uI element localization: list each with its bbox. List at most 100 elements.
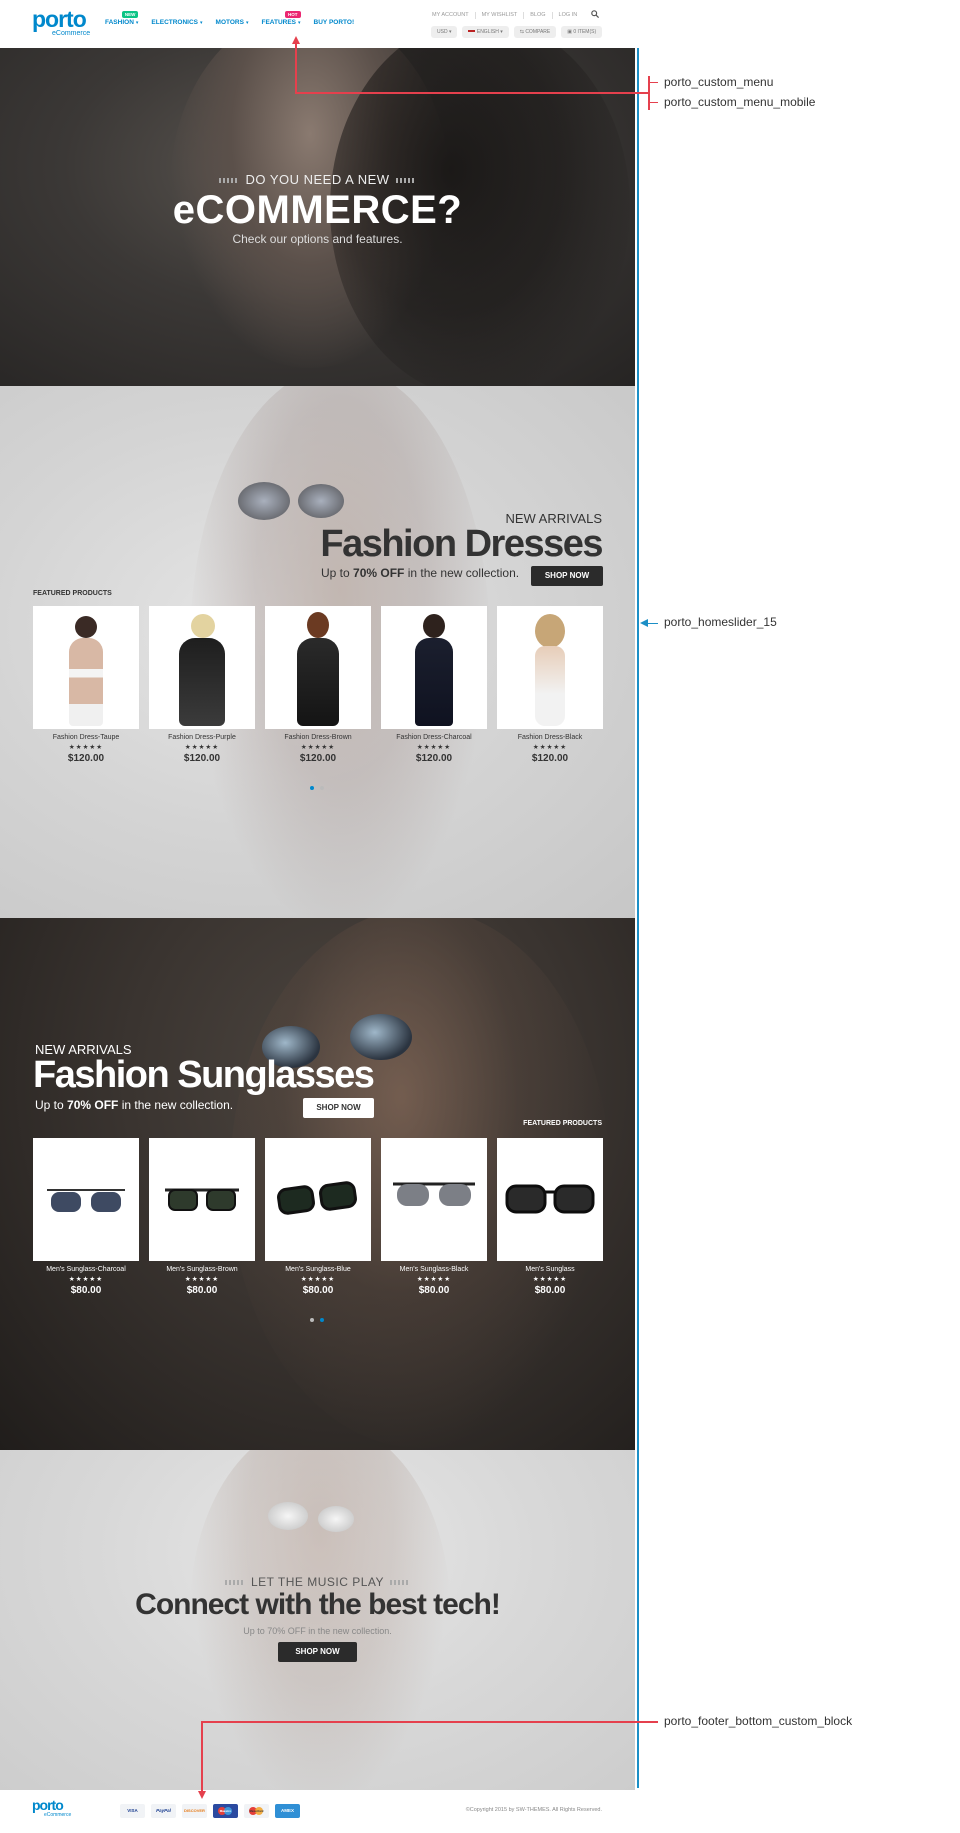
- product-card[interactable]: Fashion Dress-Charcoal ★★★★★ $120.00: [381, 606, 487, 764]
- product-image[interactable]: [497, 606, 603, 729]
- product-image[interactable]: [265, 606, 371, 729]
- my-wishlist-link[interactable]: MY WISHLIST: [482, 12, 518, 18]
- product-name[interactable]: Men's Sunglass-Charcoal: [33, 1266, 139, 1273]
- shop-now-button[interactable]: SHOP NOW: [278, 1642, 357, 1662]
- carousel-dot-active[interactable]: [320, 1318, 324, 1322]
- annotation-line: [201, 1721, 658, 1723]
- language-select[interactable]: ENGLISH ▾: [462, 26, 509, 38]
- subtitle-post: in the new collection.: [118, 1098, 234, 1112]
- carousel-dot-active[interactable]: [310, 786, 314, 790]
- nav-item-features[interactable]: HOT FEATURES ▾: [261, 11, 301, 26]
- annotation-line: [648, 102, 658, 103]
- dress-figure: [297, 638, 339, 726]
- product-image[interactable]: [33, 606, 139, 729]
- cart-button[interactable]: ▣ 0 ITEM(S): [561, 26, 603, 38]
- product-image[interactable]: [149, 606, 255, 729]
- nav-badge-new: NEW: [121, 11, 139, 18]
- login-link[interactable]: LOG IN: [559, 12, 578, 18]
- product-image[interactable]: [265, 1138, 371, 1261]
- compare-label: COMPARE: [525, 29, 551, 35]
- rating-stars: ★★★★★: [300, 1276, 336, 1283]
- search-icon[interactable]: [591, 10, 600, 20]
- product-price: $80.00: [186, 1285, 218, 1296]
- footer-logo[interactable]: porto eCommerce: [32, 1798, 71, 1818]
- product-card[interactable]: Men's Sunglass-Black ★★★★★ $80.00: [381, 1138, 487, 1296]
- carousel-dots: [310, 786, 324, 790]
- nav-label: ELECTRONICS: [151, 19, 199, 26]
- product-name[interactable]: Men's Sunglass: [497, 1266, 603, 1273]
- product-card[interactable]: Fashion Dress-Brown ★★★★★ $120.00: [265, 606, 371, 764]
- carousel-dot[interactable]: [320, 786, 324, 790]
- site-logo[interactable]: porto eCommerce: [32, 8, 92, 38]
- sunglasses-shape: [298, 484, 344, 518]
- product-image[interactable]: [149, 1138, 255, 1261]
- blog-link[interactable]: BLOG: [530, 12, 545, 18]
- product-card[interactable]: Fashion Dress-Taupe ★★★★★ $120.00: [33, 606, 139, 764]
- compare-button[interactable]: ⇆ COMPARE: [513, 26, 557, 38]
- nav-item-motors[interactable]: MOTORS ▾: [216, 19, 249, 26]
- slide-subtitle: Up to 70% OFF in the new collection.: [243, 1626, 392, 1636]
- nav-label: BUY PORTO!: [313, 19, 355, 26]
- slide-headline: Fashion Dresses: [320, 523, 603, 565]
- amex-icon: AMEX: [275, 1804, 300, 1818]
- product-name[interactable]: Men's Sunglass-Blue: [265, 1266, 371, 1273]
- product-name[interactable]: Fashion Dress-Black: [497, 734, 603, 741]
- dash-decoration: [395, 178, 416, 184]
- sunglasses-icon: [505, 1184, 595, 1214]
- main-menu: NEW FASHION ▾ ELECTRONICS ▾ MOTORS ▾ HOT FE…: [105, 11, 355, 26]
- product-image[interactable]: [33, 1138, 139, 1261]
- currency-select[interactable]: USD ▾: [431, 26, 458, 38]
- product-card[interactable]: Men's Sunglass-Brown ★★★★★ $80.00: [149, 1138, 255, 1296]
- slide-ecommerce: DO YOU NEED A NEW eCOMMERCE? Check our o…: [0, 48, 635, 386]
- product-price: $120.00: [299, 753, 337, 764]
- product-image[interactable]: [381, 1138, 487, 1261]
- currency-value: USD: [437, 29, 448, 35]
- nav-item-fashion[interactable]: NEW FASHION ▾: [105, 11, 139, 26]
- chevron-down-icon: ▾: [500, 29, 503, 35]
- rating-stars: ★★★★★: [532, 744, 568, 751]
- product-price: $80.00: [418, 1285, 450, 1296]
- product-card[interactable]: Fashion Dress-Black ★★★★★ $120.00: [497, 606, 603, 764]
- sunglasses-icon: [277, 1181, 357, 1215]
- chevron-down-icon: ▾: [448, 29, 452, 35]
- dress-figure: [535, 646, 565, 726]
- carousel-dot[interactable]: [310, 1318, 314, 1322]
- product-card[interactable]: Men's Sunglass-Blue ★★★★★ $80.00: [265, 1138, 371, 1296]
- subtitle-post: in the new collection.: [404, 566, 520, 580]
- homeslider-bracket-line: [637, 48, 639, 1788]
- product-name[interactable]: Men's Sunglass-Black: [381, 1266, 487, 1273]
- product-card[interactable]: Men's Sunglass ★★★★★ $80.00: [497, 1138, 603, 1296]
- product-name[interactable]: Fashion Dress-Brown: [265, 734, 371, 741]
- product-name[interactable]: Fashion Dress-Taupe: [33, 734, 139, 741]
- product-image[interactable]: [381, 606, 487, 729]
- product-name[interactable]: Fashion Dress-Purple: [149, 734, 255, 741]
- mastercard-icon: MasterCard: [244, 1804, 269, 1818]
- kicker-text: LET THE MUSIC PLAY: [250, 1575, 385, 1589]
- slide-subtitle: Up to 70% OFF in the new collection.: [35, 1098, 233, 1112]
- kicker-text: DO YOU NEED A NEW: [245, 172, 390, 187]
- annotation-footer-block: porto_footer_bottom_custom_block: [664, 1714, 853, 1728]
- rating-stars: ★★★★★: [416, 1276, 452, 1283]
- my-account-link[interactable]: MY ACCOUNT: [432, 12, 469, 18]
- chevron-down-icon: ▾: [298, 20, 301, 26]
- product-name[interactable]: Fashion Dress-Charcoal: [381, 734, 487, 741]
- slide-subtitle: Check our options and features.: [232, 232, 403, 246]
- nav-item-electronics[interactable]: ELECTRONICS ▾: [151, 19, 202, 26]
- product-price: $80.00: [70, 1285, 102, 1296]
- product-card[interactable]: Men's Sunglass-Charcoal ★★★★★ $80.00: [33, 1138, 139, 1296]
- shop-now-button[interactable]: SHOP NOW: [303, 1098, 374, 1118]
- nav-item-buy-porto[interactable]: BUY PORTO!: [314, 19, 355, 26]
- cart-icon: ▣: [567, 29, 572, 35]
- product-name[interactable]: Men's Sunglass-Brown: [149, 1266, 255, 1273]
- rating-stars: ★★★★★: [184, 744, 220, 751]
- annotation-line: [295, 92, 650, 94]
- annotation-menu: porto_custom_menu: [664, 75, 774, 89]
- shop-now-button[interactable]: SHOP NOW: [531, 566, 603, 586]
- payment-cards: VISA PayPal DISCOVER Maestro MasterCard …: [120, 1804, 300, 1818]
- product-card[interactable]: Fashion Dress-Purple ★★★★★ $120.00: [149, 606, 255, 764]
- subtitle-pre: Up to: [35, 1098, 68, 1112]
- product-image[interactable]: [497, 1138, 603, 1261]
- dress-figure: [415, 638, 453, 726]
- rating-stars: ★★★★★: [184, 1276, 220, 1283]
- slide-headline: Connect with the best tech!: [135, 1588, 501, 1621]
